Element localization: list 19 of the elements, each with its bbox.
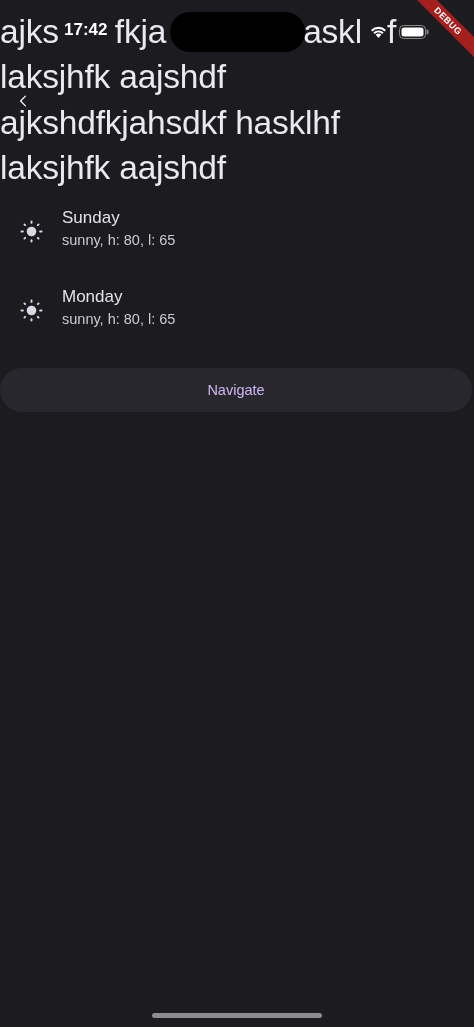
forecast-item[interactable]: Sunday sunny, h: 80, l: 65: [0, 208, 474, 287]
battery-icon: [398, 25, 430, 39]
title-line: laksjhfk aajshdf: [0, 62, 226, 93]
sun-icon: [20, 299, 43, 322]
status-time: 17:42: [64, 20, 108, 40]
forecast-item[interactable]: Monday sunny, h: 80, l: 65: [0, 287, 474, 366]
weather-summary: sunny, h: 80, l: 65: [62, 231, 176, 250]
title-fragment: askl: [303, 12, 362, 52]
title-fragment: ajks: [0, 12, 59, 52]
weather-summary: sunny, h: 80, l: 65: [62, 310, 176, 329]
title-line: laksjhfk aajshdf: [0, 153, 226, 184]
sun-icon: [20, 220, 43, 243]
navigate-button[interactable]: Navigate: [0, 368, 472, 412]
back-icon[interactable]: [19, 95, 27, 107]
day-name: Monday: [62, 287, 124, 307]
day-name: Sunday: [62, 208, 121, 228]
wifi-icon: [369, 24, 388, 39]
title-fragment: fkja: [114, 12, 167, 52]
title-fragment: f: [386, 12, 396, 52]
